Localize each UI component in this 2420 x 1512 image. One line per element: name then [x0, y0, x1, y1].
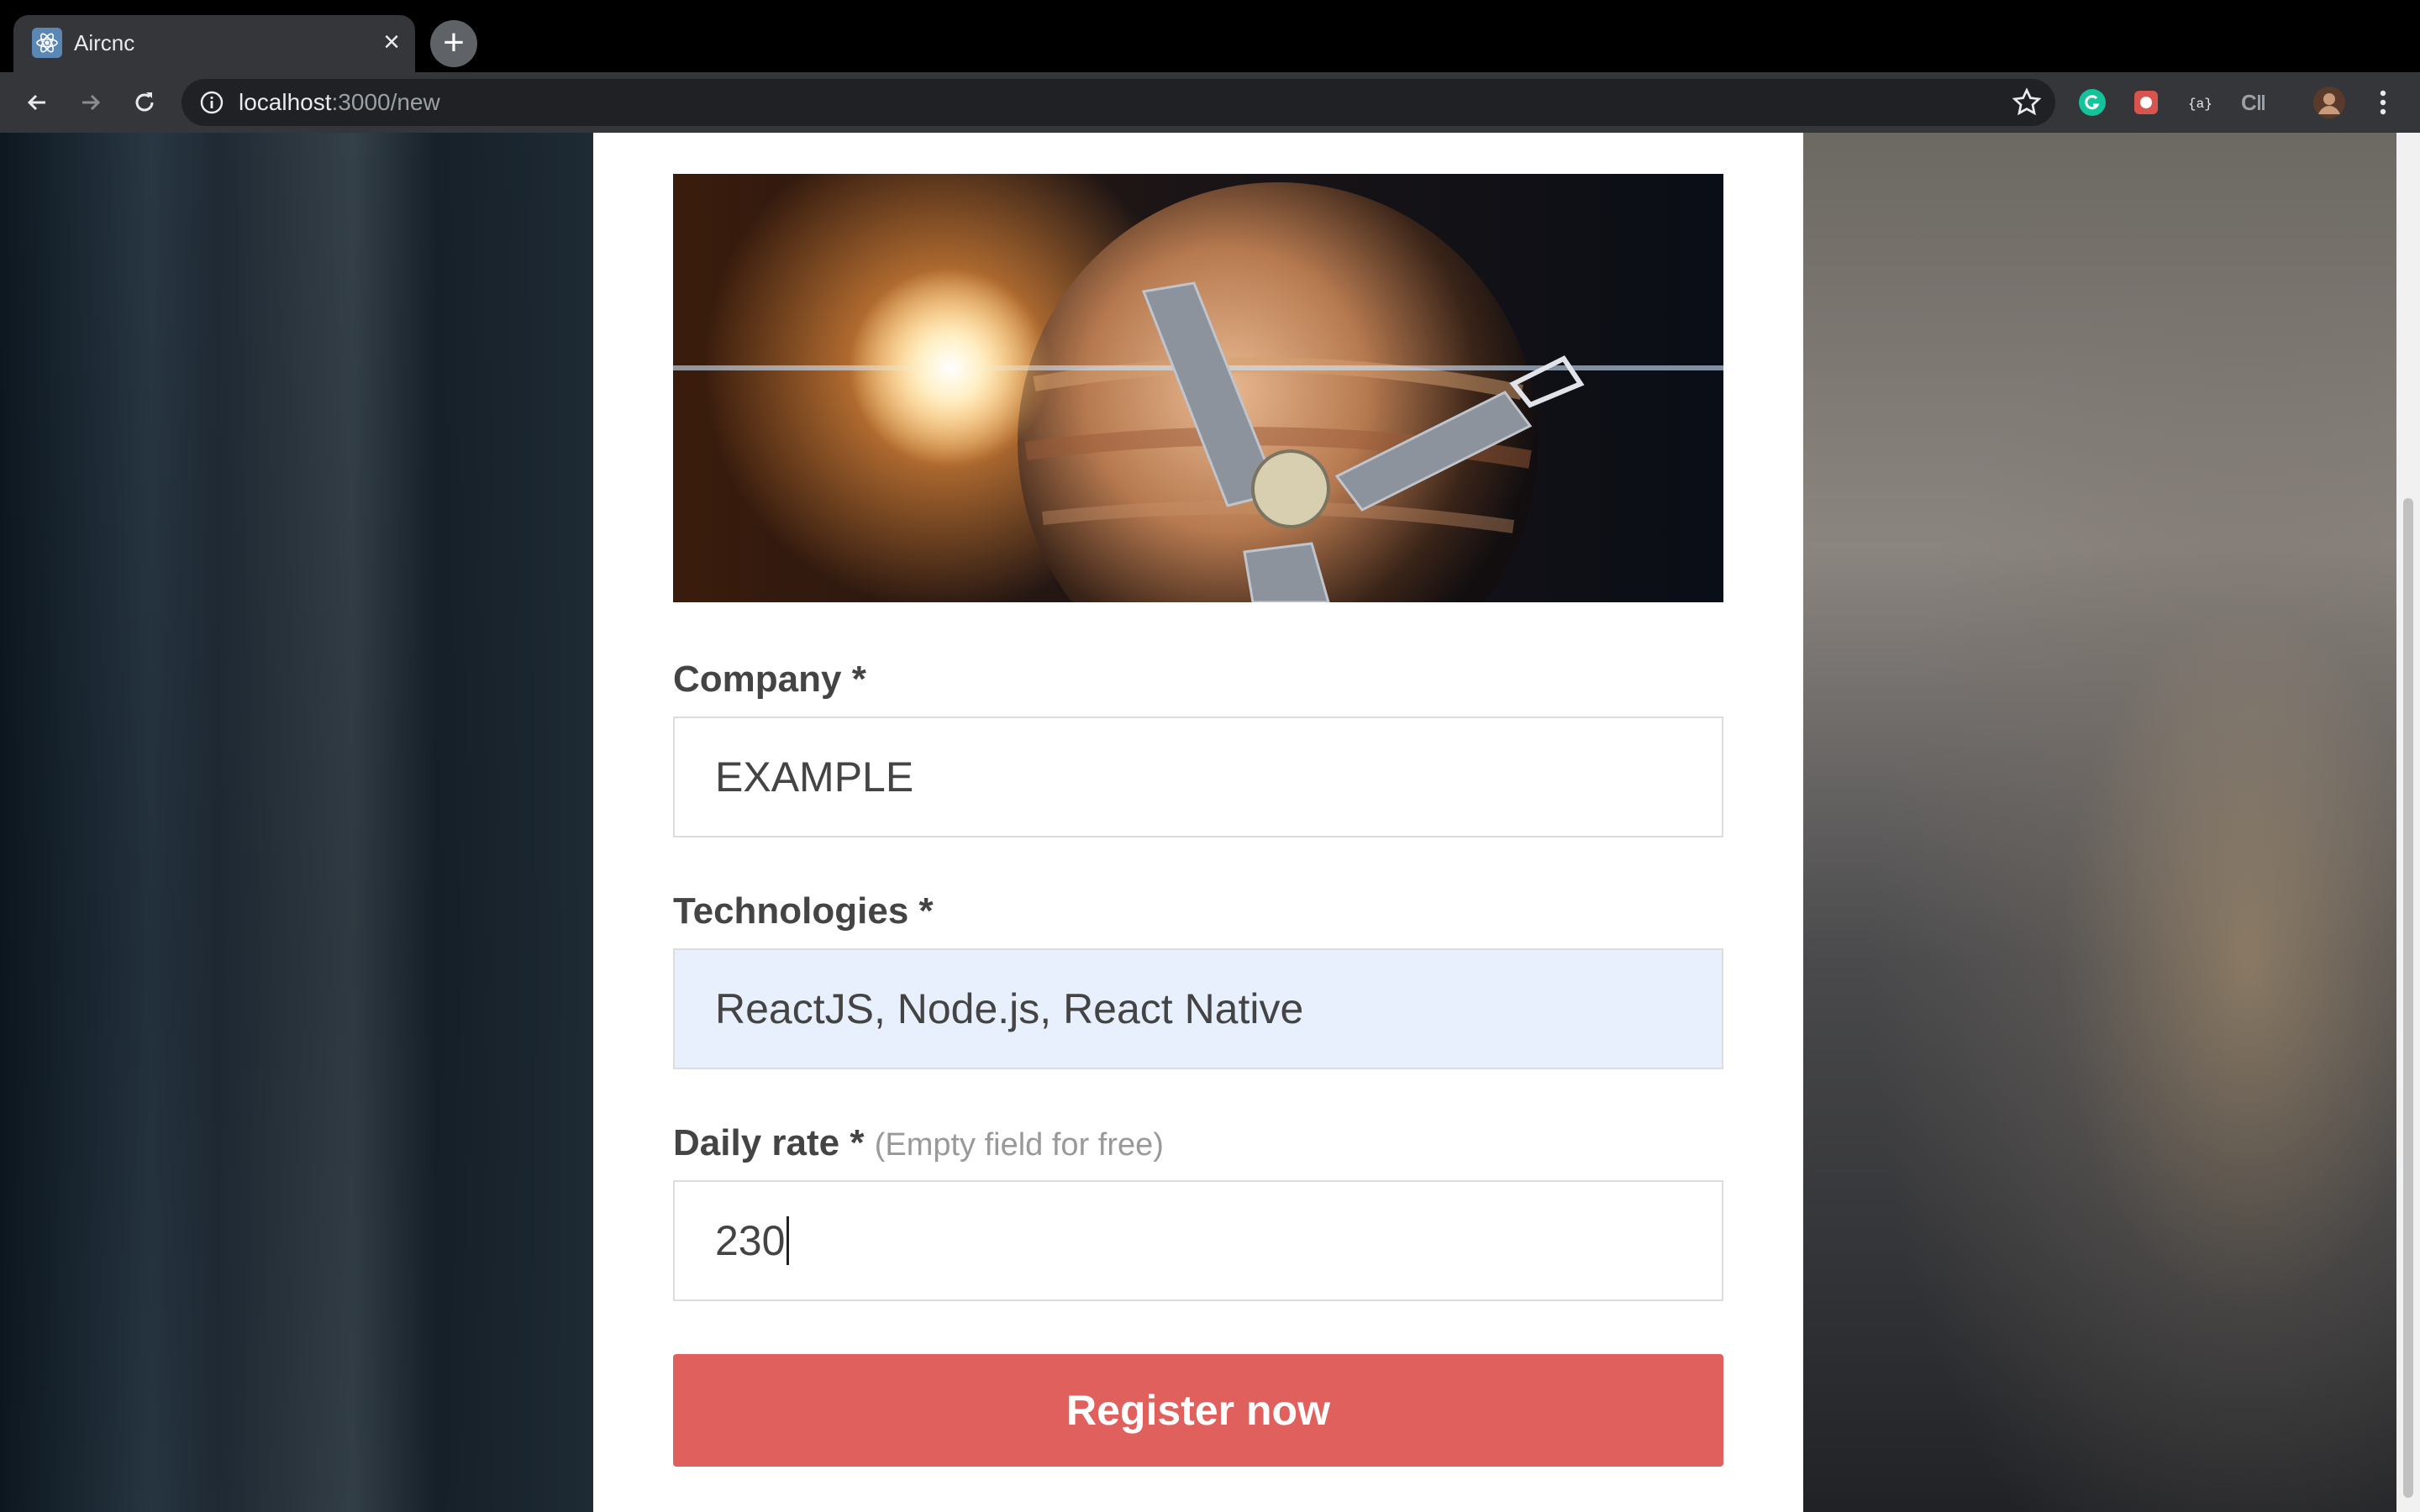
url-host: localhost: [239, 89, 332, 115]
tab-strip: Aircnc × +: [0, 0, 2420, 72]
technologies-input[interactable]: ReactJS, Node.js, React Native: [673, 948, 1723, 1069]
price-label-text: Daily rate *: [673, 1122, 865, 1163]
svg-text:{a}: {a}: [2188, 97, 2212, 112]
browser-menu-icon[interactable]: [2366, 86, 2400, 119]
url-path: :3000/new: [331, 89, 440, 115]
bookmark-star-icon[interactable]: [2012, 87, 2042, 118]
background-photo-left: [0, 133, 593, 1512]
price-input[interactable]: 230: [673, 1180, 1723, 1301]
grammarly-extension-icon[interactable]: [2075, 86, 2109, 119]
site-info-icon[interactable]: [198, 89, 225, 116]
spacecraft-image: [673, 182, 1723, 602]
svg-text:C: C: [2241, 90, 2257, 115]
extension-puzzle-red-icon[interactable]: [2129, 86, 2163, 119]
price-input-value: 230: [715, 1217, 786, 1264]
background-photo-right: [1803, 133, 2396, 1512]
text-caret: [786, 1216, 790, 1265]
scrollbar-thumb[interactable]: [2403, 498, 2413, 1498]
address-bar[interactable]: localhost:3000/new: [182, 79, 2055, 126]
register-button[interactable]: Register now: [673, 1354, 1723, 1467]
technologies-input-value: ReactJS, Node.js, React Native: [715, 985, 1304, 1032]
browser-toolbar: localhost:3000/new {a} C: [0, 72, 2420, 133]
forward-arrow-icon[interactable]: [71, 82, 111, 123]
company-label: Company *: [673, 659, 866, 700]
page-scrollbar[interactable]: [2396, 133, 2420, 1512]
price-label: Daily rate * (Empty field for free): [673, 1122, 1164, 1164]
company-input[interactable]: EXAMPLE: [673, 717, 1723, 837]
tab-close-icon[interactable]: ×: [383, 25, 400, 59]
active-tab[interactable]: Aircnc ×: [13, 15, 415, 72]
company-input-value: EXAMPLE: [715, 753, 914, 801]
technologies-label: Technologies *: [673, 890, 934, 932]
react-favicon-icon: [32, 28, 62, 58]
reload-icon[interactable]: [124, 82, 165, 123]
url-text: localhost:3000/new: [239, 89, 440, 116]
new-spot-form-card: Company * EXAMPLE Technologies * ReactJS…: [593, 133, 1803, 1512]
profile-avatar[interactable]: [2312, 86, 2346, 119]
json-extension-icon[interactable]: {a}: [2183, 86, 2217, 119]
thumbnail-preview[interactable]: [673, 174, 1723, 602]
tab-title: Aircnc: [74, 30, 135, 55]
page-viewport: Company * EXAMPLE Technologies * ReactJS…: [0, 133, 2420, 1512]
code-extension-icon[interactable]: C: [2237, 86, 2270, 119]
new-tab-button[interactable]: +: [430, 20, 477, 67]
price-hint: (Empty field for free): [874, 1127, 1164, 1163]
back-arrow-icon[interactable]: [17, 82, 57, 123]
